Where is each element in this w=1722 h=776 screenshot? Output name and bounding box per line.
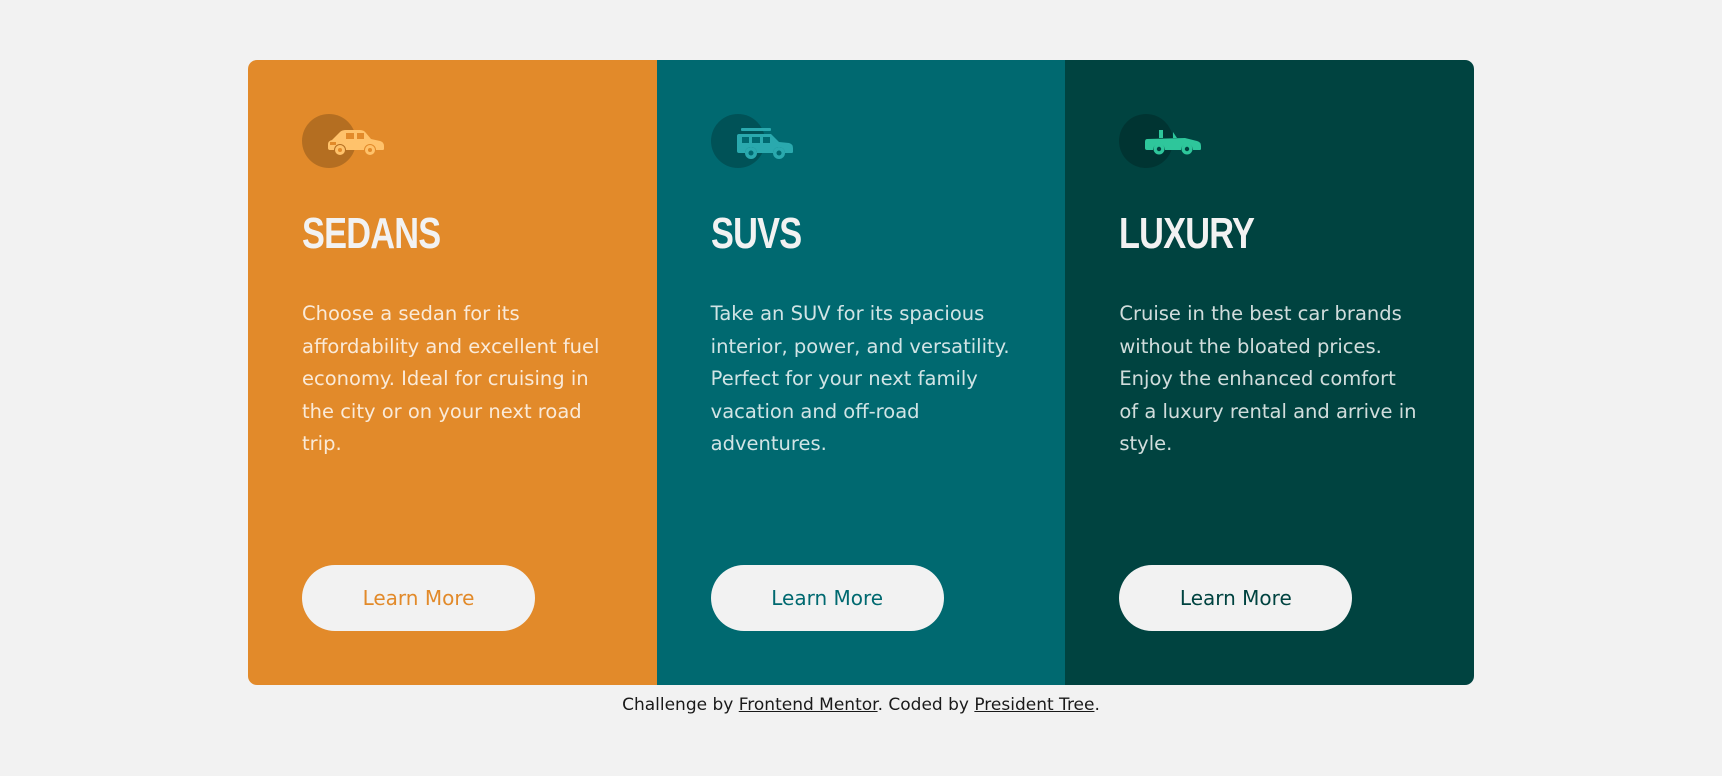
attribution-suffix: . — [1094, 695, 1100, 715]
learn-more-button-luxury[interactable]: Learn More — [1119, 565, 1353, 631]
card-sedans: SEDANS Choose a sedan for its affordabil… — [248, 60, 657, 685]
card-suvs: SUVS Take an SUV for its spacious interi… — [656, 60, 1066, 685]
card-description: Choose a sedan for its affordability and… — [302, 302, 600, 455]
attribution-prefix: Challenge by — [622, 695, 739, 715]
attribution: Challenge by Frontend Mentor. Coded by P… — [0, 695, 1722, 715]
frontend-mentor-link[interactable]: Frontend Mentor — [739, 695, 878, 715]
card-description: Cruise in the best car brands without th… — [1119, 302, 1417, 455]
author-link[interactable]: President Tree — [974, 695, 1094, 715]
suv-icon-wrapper — [710, 114, 801, 170]
learn-more-button-sedans[interactable]: Learn More — [302, 565, 535, 631]
card-luxury: LUXURY Cruise in the best car brands wit… — [1065, 60, 1474, 685]
sedan-car-icon — [328, 130, 384, 155]
card-title: SEDANS — [302, 209, 441, 258]
card-title: SUVS — [710, 209, 802, 258]
car-cards-container: SEDANS Choose a sedan for its affordabil… — [248, 60, 1474, 685]
card-description: Take an SUV for its spacious interior, p… — [710, 302, 1010, 455]
learn-more-button-suvs[interactable]: Learn More — [710, 565, 944, 631]
sedan-icon-wrapper — [302, 114, 392, 170]
suv-car-icon — [736, 128, 793, 159]
attribution-middle: . Coded by — [877, 695, 975, 715]
luxury-icon-wrapper — [1119, 114, 1209, 170]
card-title: LUXURY — [1119, 209, 1255, 258]
convertible-car-icon — [1145, 130, 1202, 155]
